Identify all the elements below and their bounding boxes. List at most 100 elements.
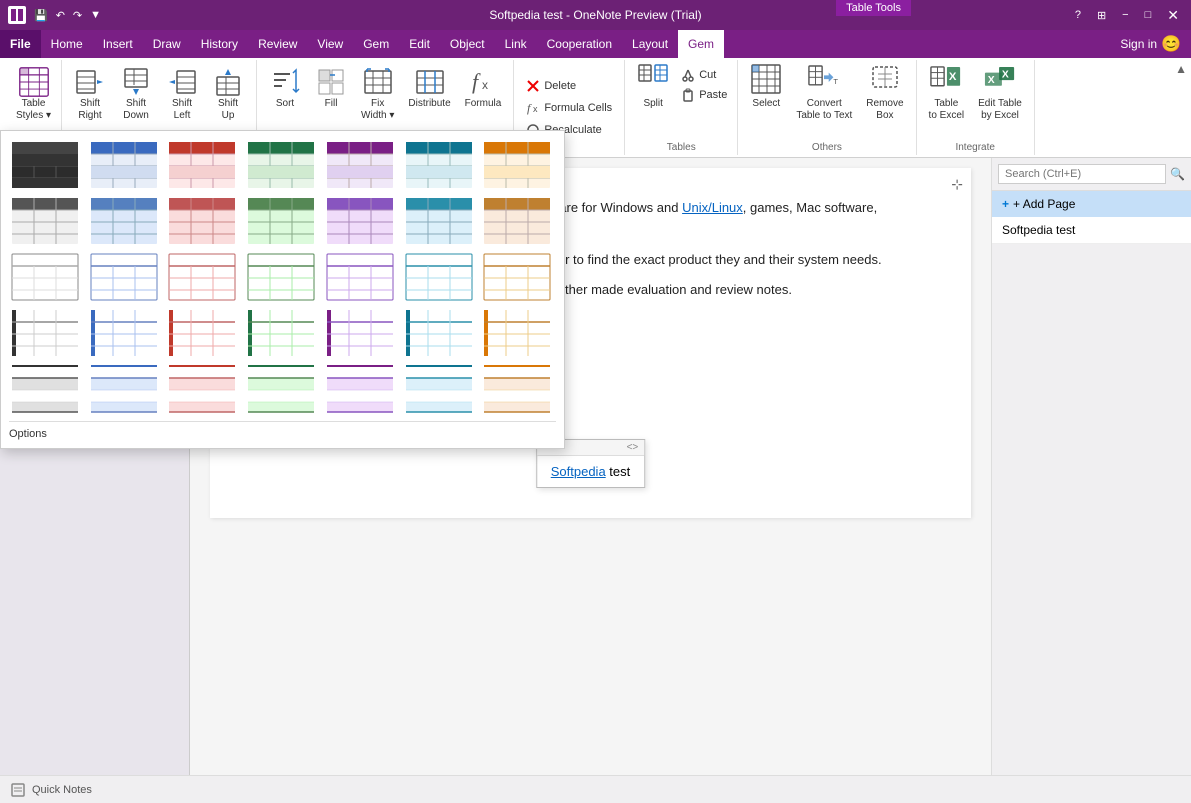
style-item[interactable] (324, 307, 396, 359)
style-item[interactable] (403, 251, 475, 303)
ribbon-collapse-btn[interactable]: ▲ (1175, 62, 1187, 76)
menu-view[interactable]: View (307, 30, 353, 58)
minimize-btn[interactable]: − (1118, 7, 1132, 23)
style-item[interactable] (166, 195, 238, 247)
menu-gem1[interactable]: Gem (353, 30, 399, 58)
menu-draw[interactable]: Draw (143, 30, 191, 58)
remove-box-button[interactable]: RemoveBox (860, 62, 909, 126)
style-item[interactable] (245, 363, 317, 415)
svg-text:T: T (834, 77, 839, 86)
redo-btn[interactable]: ↷ (71, 7, 84, 24)
style-item[interactable] (88, 307, 160, 359)
svg-text:f: f (527, 101, 532, 115)
style-item[interactable] (9, 251, 81, 303)
ribbon-group-integrate: X Tableto Excel X X Edit Tableby Excel I… (917, 60, 1035, 155)
menu-layout[interactable]: Layout (622, 30, 678, 58)
table-to-excel-button[interactable]: X Tableto Excel (923, 62, 971, 126)
style-item[interactable] (403, 363, 475, 415)
style-item[interactable] (324, 363, 396, 415)
split-button[interactable]: Split (631, 62, 675, 114)
style-item[interactable] (166, 139, 238, 191)
customize-btn[interactable]: ▼ (88, 7, 103, 23)
add-page-label: + Add Page (1013, 197, 1075, 211)
quick-notes-icon (10, 782, 26, 798)
style-item[interactable] (166, 307, 238, 359)
style-item[interactable] (324, 139, 396, 191)
style-item[interactable] (9, 139, 81, 191)
menu-gem-active[interactable]: Gem (678, 30, 724, 58)
right-sidebar: 🔍 + + Add Page Softpedia test (991, 158, 1191, 775)
menu-edit[interactable]: Edit (399, 30, 440, 58)
svg-text:x: x (533, 104, 538, 114)
close-btn[interactable]: ✕ (1163, 5, 1183, 26)
style-item[interactable] (403, 195, 475, 247)
ribbon-group-tables: Split Cut Paste (625, 60, 738, 155)
style-item[interactable] (9, 195, 81, 247)
float-toolbar-arrows: <> (627, 442, 639, 453)
settings-btn[interactable]: ⊞ (1093, 7, 1110, 24)
style-item[interactable] (9, 363, 81, 415)
style-item[interactable] (166, 251, 238, 303)
menu-object[interactable]: Object (440, 30, 495, 58)
menu-history[interactable]: History (191, 30, 248, 58)
distribute-button[interactable]: Distribute (402, 62, 456, 114)
shift-left-button[interactable]: ShiftLeft (160, 62, 204, 126)
fix-width-button[interactable]: FixWidth ▾ (355, 62, 400, 126)
svg-text:f: f (472, 69, 481, 94)
sidebar-search-bar: 🔍 (992, 158, 1191, 191)
table-styles-button[interactable]: TableStyles ▾ (10, 62, 57, 126)
style-item[interactable] (324, 251, 396, 303)
maximize-btn[interactable]: □ (1141, 7, 1156, 23)
style-item[interactable] (481, 195, 553, 247)
menu-home[interactable]: Home (41, 30, 93, 58)
fill-button[interactable]: Fill (309, 62, 353, 114)
sign-in[interactable]: Sign in 😊 (1110, 30, 1191, 58)
select-button[interactable]: Select (744, 62, 788, 114)
style-item[interactable] (481, 251, 553, 303)
formula-cells-button[interactable]: fx Formula Cells (522, 99, 616, 117)
shift-right-button[interactable]: ShiftRight (68, 62, 112, 126)
style-item[interactable] (481, 307, 553, 359)
menu-cooperation[interactable]: Cooperation (537, 30, 622, 58)
style-item[interactable] (481, 363, 553, 415)
style-item[interactable] (245, 251, 317, 303)
undo-btn[interactable]: ↶ (54, 7, 67, 24)
unix-link[interactable]: Unix/Linux (682, 200, 743, 215)
help-btn[interactable]: ? (1071, 7, 1085, 23)
convert-button[interactable]: T ConvertTable to Text (790, 62, 858, 126)
shift-down-button[interactable]: ShiftDown (114, 62, 158, 126)
quick-notes-label: Quick Notes (32, 784, 92, 796)
style-item[interactable] (9, 307, 81, 359)
sidebar-search-input[interactable] (998, 164, 1166, 184)
options-link[interactable]: Options (9, 421, 556, 440)
formula-button[interactable]: f x Formula (459, 62, 508, 114)
menu-insert[interactable]: Insert (93, 30, 143, 58)
table-styles-dropdown: Options (0, 130, 565, 449)
style-item[interactable] (481, 139, 553, 191)
save-btn[interactable]: 💾 (32, 7, 50, 24)
edit-table-by-excel-button[interactable]: X X Edit Tableby Excel (972, 62, 1028, 126)
search-icon: 🔍 (1170, 167, 1185, 181)
paste-button[interactable]: Paste (677, 86, 731, 104)
cut-button[interactable]: Cut (677, 66, 731, 84)
menu-link[interactable]: Link (495, 30, 537, 58)
style-item[interactable] (245, 139, 317, 191)
style-item[interactable] (88, 139, 160, 191)
style-item[interactable] (403, 139, 475, 191)
style-item[interactable] (88, 363, 160, 415)
style-item[interactable] (88, 195, 160, 247)
menu-review[interactable]: Review (248, 30, 307, 58)
style-item[interactable] (324, 195, 396, 247)
style-item[interactable] (245, 307, 317, 359)
shift-up-button[interactable]: ShiftUp (206, 62, 250, 126)
style-item[interactable] (245, 195, 317, 247)
page-item-softpedia[interactable]: Softpedia test (992, 217, 1191, 244)
add-page-btn[interactable]: + + Add Page (992, 191, 1191, 217)
menu-file[interactable]: File (0, 30, 41, 58)
expand-btn[interactable]: ⊹ (951, 176, 963, 193)
style-item[interactable] (403, 307, 475, 359)
style-item[interactable] (166, 363, 238, 415)
sort-button[interactable]: Sort (263, 62, 307, 114)
style-item[interactable] (88, 251, 160, 303)
delete-button[interactable]: Delete (522, 77, 616, 95)
